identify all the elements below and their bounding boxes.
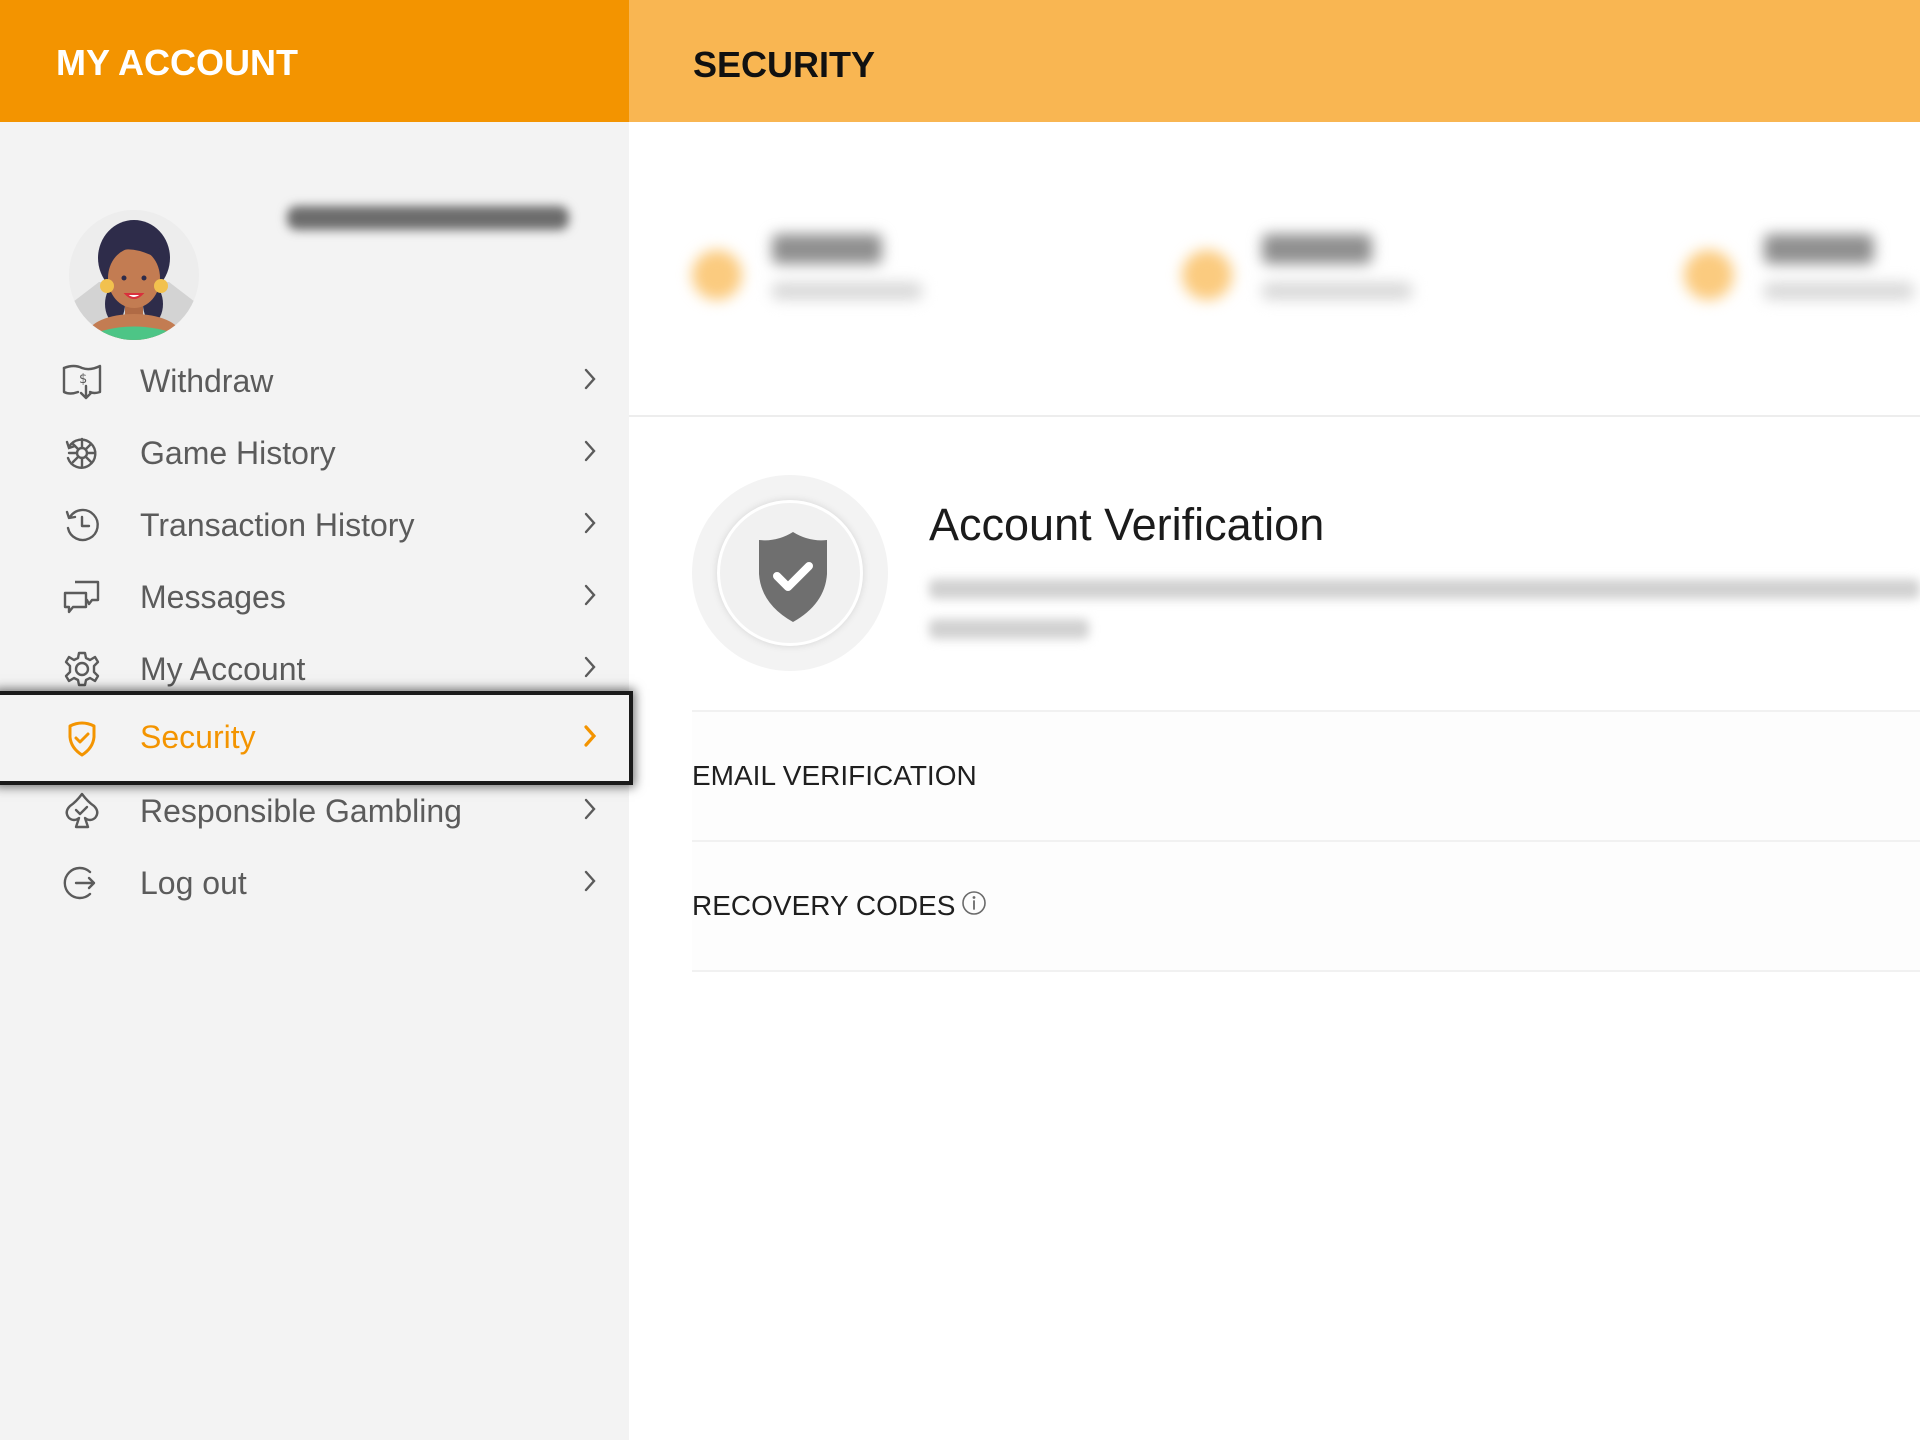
avatar[interactable] — [69, 210, 199, 340]
sidebar-item-label: My Account — [140, 651, 306, 687]
coin-icon — [1684, 250, 1734, 300]
verification-title: Account Verification — [929, 499, 1325, 550]
recovery-codes-label: RECOVERY CODES — [692, 890, 956, 921]
sidebar-header: MY ACCOUNT — [0, 0, 629, 122]
chevron-right-icon — [580, 652, 600, 682]
svg-text:$: $ — [79, 372, 87, 387]
verification-badge — [692, 475, 888, 671]
recovery-codes-row[interactable]: RECOVERY CODES — [692, 840, 1920, 970]
sidebar-item-withdraw[interactable]: $ Withdraw — [0, 344, 629, 416]
gear-icon — [60, 650, 104, 688]
sidebar-item-label: Game History — [140, 435, 336, 471]
username-blurred — [287, 194, 569, 240]
row-label: EMAIL VERIFICATION — [692, 760, 977, 791]
sidebar-item-messages[interactable]: Messages — [0, 560, 629, 632]
balance-stats-blurred — [629, 122, 1920, 415]
page-title: SECURITY — [693, 44, 876, 85]
sidebar-item-label: Responsible Gambling — [140, 793, 462, 829]
avatar-woman-illustration — [69, 210, 199, 340]
coin-icon — [692, 250, 742, 300]
stat-card-blurred — [1684, 230, 1920, 320]
divider — [692, 970, 1920, 972]
chevron-right-icon — [580, 721, 600, 751]
coin-icon — [1182, 250, 1232, 300]
sidebar-item-security[interactable]: Security — [0, 695, 629, 781]
chevron-right-icon — [580, 364, 600, 394]
sidebar-item-log-out[interactable]: Log out — [0, 846, 629, 918]
chevron-right-icon — [580, 794, 600, 824]
chevron-right-icon — [580, 580, 600, 610]
sidebar-item-label: Withdraw — [140, 363, 274, 399]
game-history-icon — [60, 434, 104, 472]
logout-icon — [60, 864, 104, 902]
info-icon[interactable] — [961, 890, 987, 916]
chevron-right-icon — [580, 866, 600, 896]
account-verification-section: Account Verification — [692, 475, 1920, 712]
sidebar-item-label: Log out — [140, 865, 247, 901]
sidebar-item-label: Security — [140, 719, 256, 755]
sidebar-item-game-history[interactable]: Game History — [0, 416, 629, 488]
spade-check-icon — [60, 792, 104, 830]
chevron-right-icon — [580, 508, 600, 538]
sidebar-item-label: Transaction History — [140, 507, 415, 543]
shield-check-icon — [60, 719, 104, 757]
sidebar-item-label: Messages — [140, 579, 286, 615]
verification-description-blurred — [929, 575, 1920, 655]
stat-card-blurred — [1182, 230, 1442, 320]
sidebar-item-responsible-gambling[interactable]: Responsible Gambling — [0, 774, 629, 846]
main-content: Account Verification EMAIL VERIFICATION … — [629, 122, 1920, 1440]
email-verification-row[interactable]: EMAIL VERIFICATION — [692, 710, 1920, 840]
stat-card-blurred — [692, 230, 952, 320]
history-clock-icon — [60, 506, 104, 544]
sidebar-item-my-account[interactable]: My Account — [0, 632, 629, 704]
sidebar-item-transaction-history[interactable]: Transaction History — [0, 488, 629, 560]
sidebar-title: MY ACCOUNT — [56, 42, 298, 83]
divider — [629, 415, 1920, 417]
chat-bubbles-icon — [60, 578, 104, 616]
shield-check-icon — [759, 532, 827, 622]
row-label: RECOVERY CODES — [692, 890, 987, 922]
sidebar: $ Withdraw Game History Transaction Hist… — [0, 122, 629, 1440]
chevron-right-icon — [580, 436, 600, 466]
withdraw-money-icon: $ — [60, 362, 104, 400]
page-header: SECURITY — [629, 0, 1920, 122]
